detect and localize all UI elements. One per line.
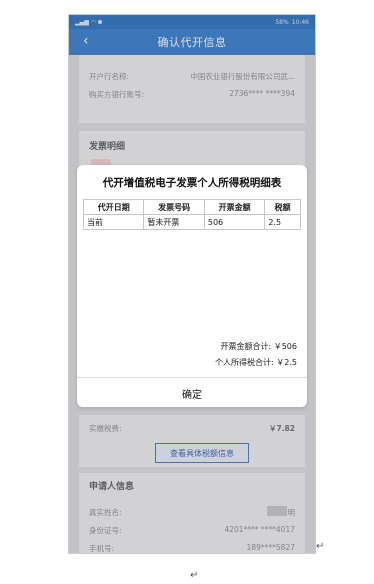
column-header: 税额 — [264, 199, 301, 215]
table-row: 当前 暂未开票 506 2.5 — [82, 214, 301, 230]
total-tax-text: 个人所得税合计: ￥2.5 — [215, 358, 297, 367]
table-cell: 暂未开票 — [143, 214, 205, 230]
column-header: 开票金额 — [203, 199, 266, 215]
column-header: 代开日期 — [82, 199, 145, 215]
table-cell: 2.5 — [264, 214, 301, 230]
phone-screen: ▂▄▆ ◠ 58% 10:46 ‹ 确认代开信息 开户行名称: 中国农业银行股份… — [68, 14, 316, 554]
table-cell: 当前 — [82, 214, 145, 230]
column-header: 发票号码 — [143, 199, 205, 215]
dialog-title: 代开增值税电子发票个人所得税明细表 — [102, 177, 282, 189]
tax-detail-table: 代开日期 发票号码 开票金额 税额 当前 暂未开票 506 2.5 — [82, 199, 301, 230]
return-mark-2: ↵ — [190, 570, 199, 581]
total-amount-text: 开票金额合计: ￥506 — [220, 342, 297, 351]
tax-detail-dialog: 代开增值税电子发票个人所得税明细表 代开日期 发票号码 开票金额 税额 当前 暂… — [77, 165, 307, 407]
table-cell: 506 — [203, 214, 266, 230]
return-mark-1: ↵ — [316, 541, 325, 552]
confirm-button-label: 确定 — [182, 389, 202, 401]
confirm-button[interactable]: 确定 — [77, 377, 307, 407]
table-header-row: 代开日期 发票号码 开票金额 税额 — [82, 199, 301, 215]
